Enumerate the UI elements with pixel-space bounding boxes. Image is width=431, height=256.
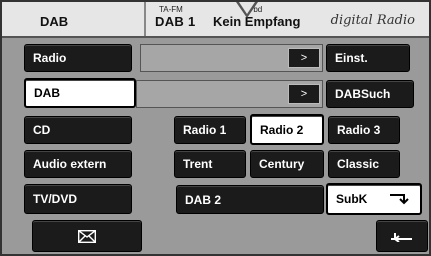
settings-button-label: Einst. bbox=[335, 51, 368, 65]
preset-radio-1[interactable]: Radio 1 bbox=[174, 116, 246, 144]
settings-button[interactable]: Einst. bbox=[326, 44, 410, 72]
ta-fm-label: TA-FM bbox=[159, 5, 183, 14]
header-divider bbox=[144, 2, 146, 36]
menu-item-label: CD bbox=[33, 123, 51, 137]
station-label: DAB 1 bbox=[155, 14, 196, 29]
dab-radio-screen: DAB TA-FM Vbd DAB 1 Kein Empfang digital… bbox=[0, 0, 431, 256]
station-arrow-button-1[interactable]: > bbox=[288, 48, 320, 68]
preset-label: Classic bbox=[337, 157, 380, 171]
preset-label: Century bbox=[259, 157, 305, 171]
message-button[interactable] bbox=[32, 220, 142, 252]
menu-item-audio-extern[interactable]: Audio extern bbox=[24, 150, 132, 178]
preset-label: DAB 2 bbox=[185, 192, 222, 207]
source-label: DAB bbox=[40, 14, 69, 29]
preset-label: Trent bbox=[183, 157, 213, 171]
menu-item-label: TV/DVD bbox=[33, 192, 78, 206]
preset-classic[interactable]: Classic bbox=[328, 150, 400, 178]
preset-label: Radio 1 bbox=[183, 123, 227, 137]
preset-label: Radio 3 bbox=[337, 123, 381, 137]
menu-item-cd[interactable]: CD bbox=[24, 116, 132, 144]
header-bar: DAB TA-FM Vbd DAB 1 Kein Empfang digital… bbox=[2, 2, 429, 38]
preset-trent[interactable]: Trent bbox=[174, 150, 246, 178]
preset-dab-2[interactable]: DAB 2 bbox=[176, 185, 324, 214]
dab-search-label: DABSuch bbox=[335, 87, 391, 101]
menu-item-tv-dvd[interactable]: TV/DVD bbox=[24, 184, 132, 214]
pointer-marker-inner bbox=[239, 2, 255, 14]
arrow-glyph: > bbox=[300, 88, 308, 100]
preset-radio-3[interactable]: Radio 3 bbox=[328, 116, 400, 144]
menu-item-radio[interactable]: Radio bbox=[24, 44, 132, 72]
subk-button[interactable]: SubK bbox=[326, 183, 422, 215]
station-arrow-button-2[interactable]: > bbox=[288, 84, 320, 104]
dab-search-button[interactable]: DABSuch bbox=[326, 80, 414, 108]
menu-item-label: Audio extern bbox=[33, 157, 107, 171]
brand-logo: digital Radio bbox=[330, 13, 415, 28]
preset-label: Radio 2 bbox=[260, 122, 304, 137]
return-arrow-icon bbox=[389, 193, 410, 205]
arrow-glyph: > bbox=[300, 52, 308, 64]
menu-item-label: Radio bbox=[33, 51, 67, 65]
menu-item-dab[interactable]: DAB bbox=[24, 78, 136, 108]
subk-button-label: SubK bbox=[336, 192, 368, 206]
back-button[interactable] bbox=[376, 220, 428, 252]
menu-item-label: DAB bbox=[34, 86, 60, 100]
back-arrow-icon bbox=[390, 230, 414, 242]
preset-radio-2[interactable]: Radio 2 bbox=[250, 114, 324, 145]
preset-century[interactable]: Century bbox=[250, 150, 324, 178]
envelope-icon bbox=[78, 229, 96, 243]
